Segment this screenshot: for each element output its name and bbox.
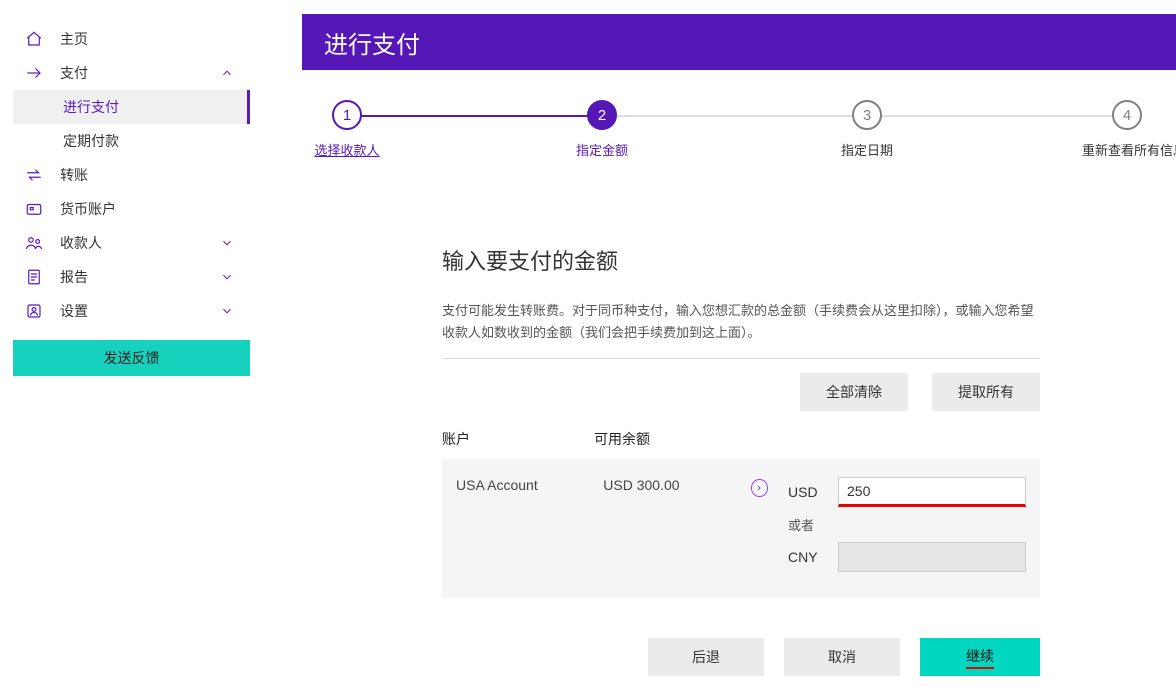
back-button-label: 后退	[692, 647, 720, 667]
chevron-up-icon	[220, 66, 238, 80]
page-banner: 进行支付	[302, 14, 1176, 70]
expand-account-icon[interactable]	[751, 479, 769, 497]
continue-button[interactable]: 继续	[920, 638, 1040, 676]
bottom-actions: 后退 取消 继续	[442, 638, 1040, 676]
sidebar-home-label: 主页	[60, 29, 250, 49]
table-head: 账户 可用余额	[442, 429, 1040, 449]
currency-secondary-label: CNY	[788, 549, 838, 565]
chevron-down-icon	[220, 304, 238, 318]
sidebar-reports[interactable]: 报告	[13, 260, 250, 294]
amount-secondary-input[interactable]	[838, 542, 1026, 572]
sidebar-accounts[interactable]: 货币账户	[13, 192, 250, 226]
feedback-button[interactable]: 发送反馈	[13, 340, 250, 376]
divider	[442, 358, 1040, 359]
step-4: 4 重新查看所有信息	[1082, 100, 1172, 159]
amount-primary-input[interactable]	[838, 477, 1026, 507]
form-desc: 支付可能发生转账费。对于同币种支付，输入您想汇款的总金额（手续费会从这里扣除），…	[442, 300, 1040, 344]
document-icon	[24, 267, 44, 287]
sidebar-item-recurring[interactable]: 定期付款	[13, 124, 250, 158]
withdraw-all-button[interactable]: 提取所有	[932, 373, 1040, 411]
amount-inputs: USD 或者 CNY	[788, 477, 1026, 580]
sidebar-item-make-payment[interactable]: 进行支付	[13, 90, 250, 124]
arrow-right-icon	[24, 63, 44, 83]
sidebar-transfer-label: 转账	[60, 165, 250, 185]
make-payment-label: 进行支付	[63, 97, 119, 117]
sidebar-pay-submenu: 进行支付 定期付款	[13, 90, 250, 158]
account-row: USA Account USD 300.00 USD 或者 CNY	[442, 459, 1040, 598]
wallet-icon	[24, 199, 44, 219]
recurring-label: 定期付款	[63, 131, 119, 151]
step-2-label: 指定金额	[557, 140, 647, 159]
step-1-label[interactable]: 选择收款人	[302, 140, 392, 159]
amount-form: 输入要支付的金额 支付可能发生转账费。对于同币种支付，输入您想汇款的总金额（手续…	[442, 244, 1040, 598]
sidebar-settings[interactable]: 设置	[13, 294, 250, 328]
sidebar-pay-label: 支付	[60, 63, 220, 83]
chevron-down-icon	[220, 270, 238, 284]
sidebar-settings-label: 设置	[60, 301, 220, 321]
feedback-button-label: 发送反馈	[104, 348, 160, 368]
sidebar-pay[interactable]: 支付	[13, 56, 250, 90]
step-3-label: 指定日期	[822, 140, 912, 159]
step-1-circle: 1	[332, 100, 362, 130]
withdraw-all-label: 提取所有	[958, 382, 1014, 402]
action-row: 全部清除 提取所有	[442, 373, 1040, 411]
col-account-label: 账户	[442, 429, 594, 449]
cancel-button[interactable]: 取消	[784, 638, 900, 676]
chevron-down-icon	[220, 236, 238, 250]
account-name: USA Account	[456, 477, 603, 493]
people-icon	[24, 233, 44, 253]
sidebar-accounts-label: 货币账户	[60, 199, 250, 219]
stepper: 1 选择收款人 2 指定金额 3 指定日期 4 重新查看所有信息	[302, 100, 1176, 188]
step-2: 2 指定金额	[557, 100, 647, 159]
swap-icon	[24, 165, 44, 185]
col-balance-label: 可用余额	[594, 429, 746, 449]
step-1[interactable]: 1 选择收款人	[302, 100, 392, 159]
sidebar-reports-label: 报告	[60, 267, 220, 287]
form-title: 输入要支付的金额	[442, 244, 1040, 276]
cancel-button-label: 取消	[828, 647, 856, 667]
currency-primary-label: USD	[788, 484, 838, 500]
continue-button-label: 继续	[966, 646, 994, 669]
step-2-circle: 2	[587, 100, 617, 130]
main: 进行支付 1 选择收款人 2 指定金额 3 指定日期 4 重新查看所有信息 输入…	[302, 14, 1176, 686]
clear-all-button[interactable]: 全部清除	[800, 373, 908, 411]
step-4-label: 重新查看所有信息	[1082, 140, 1172, 159]
clear-all-label: 全部清除	[826, 382, 882, 402]
sidebar: 主页 支付 进行支付 定期付款 转账 货币账户 收款人	[13, 22, 250, 376]
page-title: 进行支付	[324, 25, 420, 60]
step-4-circle: 4	[1112, 100, 1142, 130]
home-icon	[24, 29, 44, 49]
sidebar-payees[interactable]: 收款人	[13, 226, 250, 260]
sidebar-payees-label: 收款人	[60, 233, 220, 253]
sidebar-home[interactable]: 主页	[13, 22, 250, 56]
step-3: 3 指定日期	[822, 100, 912, 159]
sidebar-transfer[interactable]: 转账	[13, 158, 250, 192]
or-label: 或者	[788, 515, 838, 534]
profile-icon	[24, 301, 44, 321]
back-button[interactable]: 后退	[648, 638, 764, 676]
available-balance: USD 300.00	[603, 477, 750, 493]
step-3-circle: 3	[852, 100, 882, 130]
